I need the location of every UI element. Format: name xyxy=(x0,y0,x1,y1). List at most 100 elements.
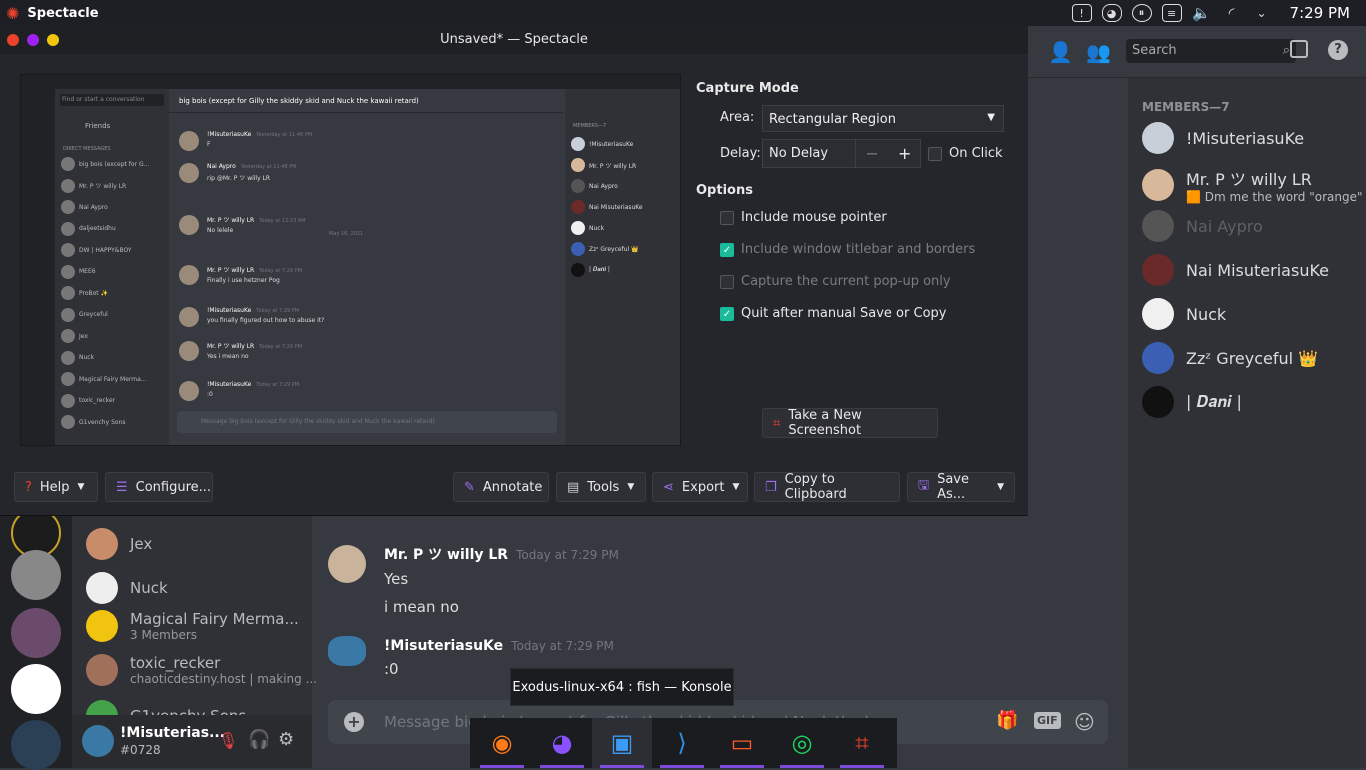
delay-spinbox[interactable]: No Delay − + xyxy=(762,139,921,168)
wifi-icon[interactable]: ◜ xyxy=(1222,4,1242,22)
avatar xyxy=(86,654,118,686)
clipboard-icon[interactable]: ≡ xyxy=(1161,4,1182,22)
take-new-screenshot-button[interactable]: ⌗ Take a New Screenshot xyxy=(762,408,938,438)
option-checkbox[interactable]: ✓ xyxy=(720,307,734,321)
konsole-icon[interactable]: ▣ xyxy=(592,718,652,768)
discord-icon[interactable]: ◕ xyxy=(1101,4,1122,22)
message-text: Yes xyxy=(384,570,409,588)
tools-button[interactable]: ▤ Tools ▼ xyxy=(556,472,646,502)
chevron-down-icon[interactable]: ⌄ xyxy=(1252,4,1272,22)
dm-list-item[interactable]: toxic_recker chaoticdestiny.host | making… xyxy=(86,654,317,686)
option-label: Include mouse pointer xyxy=(741,210,887,225)
member-status: 🟧 Dm me the word "orange" xyxy=(1186,190,1363,204)
member-row[interactable]: | 𝑫𝒂𝒏𝒊 | xyxy=(1142,386,1242,418)
preview-titlebar xyxy=(21,75,680,89)
headphones-icon[interactable]: 🎧 xyxy=(248,729,270,750)
settings-gear-icon[interactable]: ⚙ xyxy=(278,729,294,750)
area-select[interactable]: Rectangular Region ▼ xyxy=(762,105,1004,132)
attach-plus-icon[interactable]: + xyxy=(344,712,364,732)
preview-message: Mr. P ツ willy LR Today at 7:29 PM Yes i me… xyxy=(179,341,302,361)
preview-dm-name: MEE6 xyxy=(79,268,96,275)
member-row[interactable]: Nai MisuteriasuKe xyxy=(1142,254,1329,286)
member-name: !MisuteriasuKe xyxy=(1186,128,1305,148)
add-friend-icon[interactable]: 👤 xyxy=(1048,40,1073,64)
message-author[interactable]: Mr. P ツ willy LR xyxy=(384,547,508,563)
preview-dm-item: G1venchy Sons xyxy=(61,415,125,429)
firefox-icon[interactable]: ◉ xyxy=(472,718,532,768)
avatar[interactable] xyxy=(328,545,366,583)
option-checkbox[interactable] xyxy=(720,211,734,225)
volume-icon[interactable]: 🔈 xyxy=(1192,4,1212,22)
preview-dm-name: DW | HAPPY&BOY xyxy=(79,246,132,254)
export-button[interactable]: ⋖ Export ▼ xyxy=(652,472,748,502)
gif-icon[interactable]: GIF xyxy=(1034,712,1061,729)
mute-icon[interactable]: 🎙 xyxy=(218,731,238,750)
preview-dm-name: G1venchy Sons xyxy=(79,418,126,426)
option-checkbox[interactable]: ✓ xyxy=(720,243,734,257)
dm-subtitle: 3 Members xyxy=(130,628,198,642)
dm-list-item[interactable]: Nuck xyxy=(86,572,168,604)
clock[interactable]: 7:29 PM xyxy=(1290,4,1350,22)
avatar[interactable] xyxy=(82,725,114,757)
preview-time: Yesterday at 11:48 PM xyxy=(240,164,297,170)
guild-icon[interactable] xyxy=(11,608,61,658)
member-row[interactable]: Nai Aypro xyxy=(1142,210,1263,242)
spotify-icon[interactable]: ◎ xyxy=(772,718,832,768)
user-avatar[interactable] xyxy=(11,720,61,770)
area-label: Area: xyxy=(720,110,755,125)
gift-icon[interactable]: 🎁 xyxy=(996,710,1018,731)
inbox-icon[interactable] xyxy=(1290,40,1308,58)
emoji-icon[interactable]: ☺ xyxy=(1074,710,1095,734)
member-row[interactable]: !MisuteriasuKe xyxy=(1142,122,1304,154)
help-button[interactable]: ? Help ▼ xyxy=(14,472,98,502)
save-as-button[interactable]: 🖫 Save As... ▼ xyxy=(907,472,1015,502)
message-author[interactable]: !MisuteriasuKe xyxy=(384,638,503,654)
delay-stepper[interactable]: − + xyxy=(855,140,921,167)
minus-icon[interactable]: − xyxy=(866,144,879,163)
preview-members-header: MEMBERS—7 xyxy=(573,123,607,129)
help-icon[interactable]: ? xyxy=(1328,40,1348,60)
on-click-checkbox[interactable] xyxy=(928,147,942,161)
option-label: Capture the current pop-up only xyxy=(741,274,951,289)
media-icon[interactable]: ⏸ xyxy=(1131,4,1152,22)
annotate-button[interactable]: ✎ Annotate xyxy=(453,472,549,502)
avatar[interactable] xyxy=(328,636,366,666)
preview-author: !MisuteriasuKe xyxy=(207,381,252,388)
app-launcher-icon[interactable]: ✺ xyxy=(6,4,19,23)
avatar xyxy=(1142,342,1174,374)
member-row[interactable]: Nuck xyxy=(1142,298,1226,330)
member-row[interactable]: Zzᶻ Greyceful 👑 xyxy=(1142,342,1318,374)
minimize-button[interactable] xyxy=(27,34,39,46)
maximize-button[interactable] xyxy=(47,34,59,46)
close-button[interactable] xyxy=(7,34,19,46)
member-row[interactable]: Mr. P ツ willy LR 🟧 Dm me the word "orange… xyxy=(1142,166,1362,204)
preview-message-body: !MisuteriasuKe Yesterday at 11:48 PM F xyxy=(207,131,312,151)
avatar xyxy=(61,350,75,365)
preview-message: Mr. P ツ willy LR Today at 7:29 PM Finally … xyxy=(179,265,302,285)
member-info: Nuck xyxy=(1186,305,1226,324)
notification-icon[interactable]: ! xyxy=(1071,4,1092,22)
search-input[interactable]: Search ⌕ xyxy=(1126,39,1296,63)
plus-icon[interactable]: + xyxy=(898,144,911,163)
dm-list-item[interactable]: Magical Fairy Merma... 3 Members xyxy=(86,610,299,642)
guild-icon-l[interactable] xyxy=(11,664,61,714)
avatar xyxy=(61,415,75,429)
file-manager-icon[interactable]: ▭ xyxy=(712,718,772,768)
discord-icon[interactable]: ◕ xyxy=(532,718,592,768)
vscode-icon[interactable]: ⟩ xyxy=(652,718,712,768)
screenshot-preview[interactable]: Find or start a conversation Friends DIR… xyxy=(20,74,681,446)
dm-info: toxic_recker chaoticdestiny.host | making… xyxy=(130,654,317,686)
preview-member-name: !MisuteriasuKe xyxy=(589,140,634,148)
username: !Misuterias... xyxy=(120,725,226,741)
option-checkbox[interactable] xyxy=(720,275,734,289)
copy-to-clipboard-button[interactable]: ❐ Copy to Clipboard xyxy=(754,472,900,502)
capture-mode-header: Capture Mode xyxy=(696,81,799,96)
help-icon: ? xyxy=(25,479,32,495)
member-list-icon[interactable]: 👥 xyxy=(1086,40,1111,64)
spectacle-icon[interactable]: ⌗ xyxy=(832,718,892,768)
guild-icon[interactable] xyxy=(11,550,61,600)
configure-button[interactable]: ☰ Configure... xyxy=(105,472,213,502)
dm-list-item[interactable]: Jex xyxy=(86,528,152,560)
preview-dm-header: DIRECT MESSAGES xyxy=(63,146,111,152)
new-screenshot-label: Take a New Screenshot xyxy=(788,408,862,438)
